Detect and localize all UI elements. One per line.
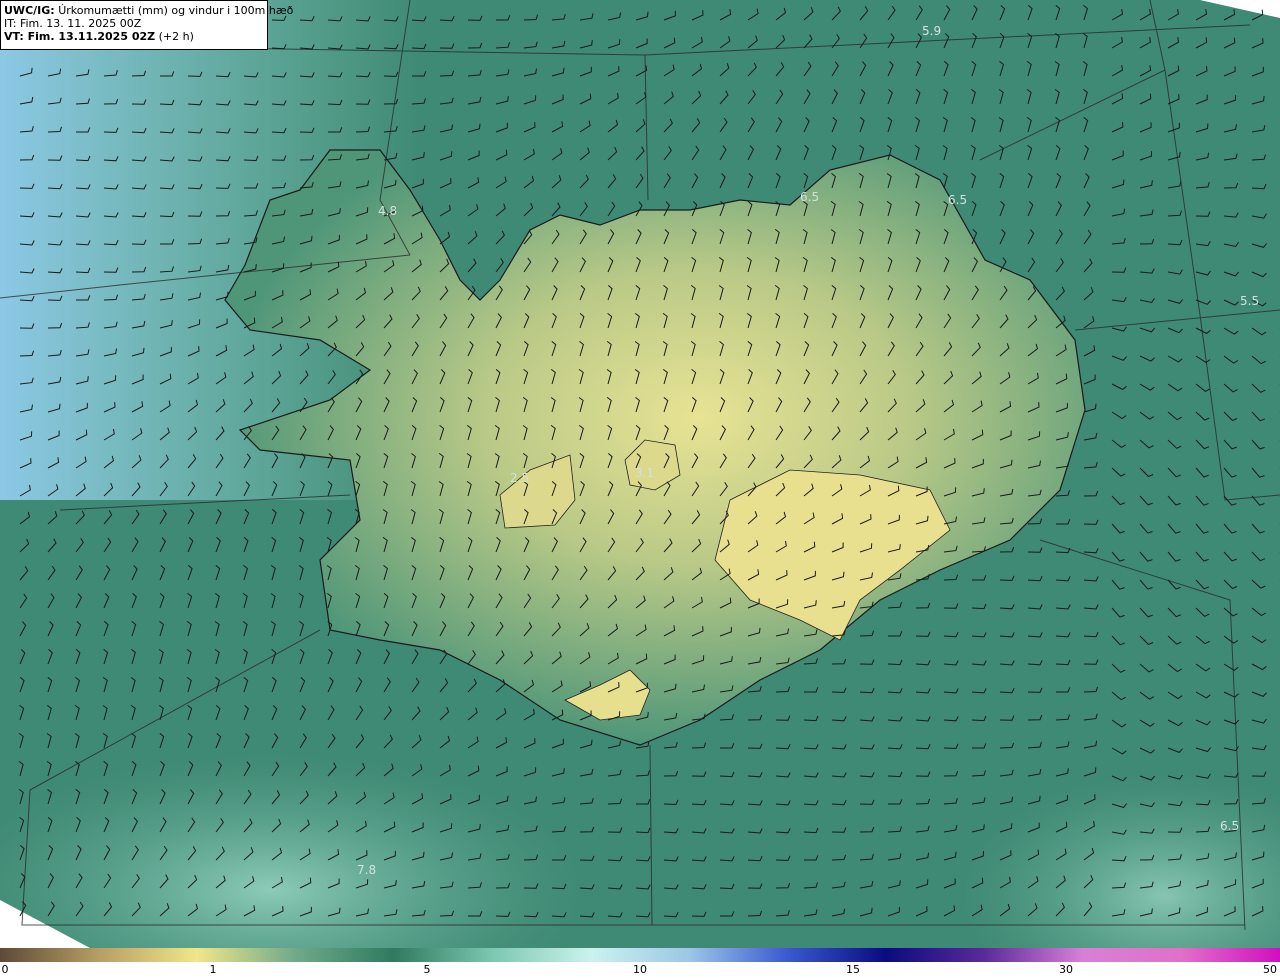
valid-time: VT: Fim. 13.11.2025 02Z	[4, 30, 156, 43]
colorbar-tick: 0	[1, 963, 9, 976]
map-value-label: 2.5	[510, 471, 529, 485]
product-description: Úrkomumætti (mm) og vindur i 100m hæð	[58, 4, 294, 17]
colorbar-tick: 1	[209, 963, 217, 976]
colorbar-tick-labels: 0 1 5 10 15 30 50	[0, 962, 1280, 978]
init-time: IT: Fim. 13. 11. 2025 00Z	[4, 17, 142, 30]
map-value-label: 4.8	[378, 204, 397, 218]
colorbar	[0, 948, 1280, 962]
colorbar-tick: 15	[846, 963, 860, 976]
colorbar-tick: 10	[633, 963, 647, 976]
map-title-box: UWC/IG: Úrkomumætti (mm) og vindur i 100…	[0, 0, 293, 50]
precipitation-wind-map: 5.9 4.8 6.5 6.5 5.5 2.5 3.1 6.5 7.8	[0, 0, 1280, 948]
colorbar-tick: 30	[1059, 963, 1073, 976]
map-value-label: 3.1	[635, 466, 654, 480]
map-value-label: 6.5	[948, 193, 967, 207]
title-line: UWC/IG: Úrkomumætti (mm) og vindur i 100…	[4, 4, 293, 17]
valid-time-line: VT: Fim. 13.11.2025 02Z (+2 h)	[4, 30, 264, 43]
map-value-label: 7.8	[357, 863, 376, 877]
map-value-label: 5.5	[1240, 294, 1259, 308]
map-value-label: 6.5	[1220, 819, 1239, 833]
colorbar-tick: 50	[1263, 963, 1277, 976]
product-code: UWC/IG:	[4, 4, 55, 17]
forecast-offset: (+2 h)	[158, 30, 194, 43]
map-value-label: 6.5	[800, 190, 819, 204]
colorbar-tick: 5	[423, 963, 431, 976]
map-value-label: 5.9	[922, 24, 941, 38]
